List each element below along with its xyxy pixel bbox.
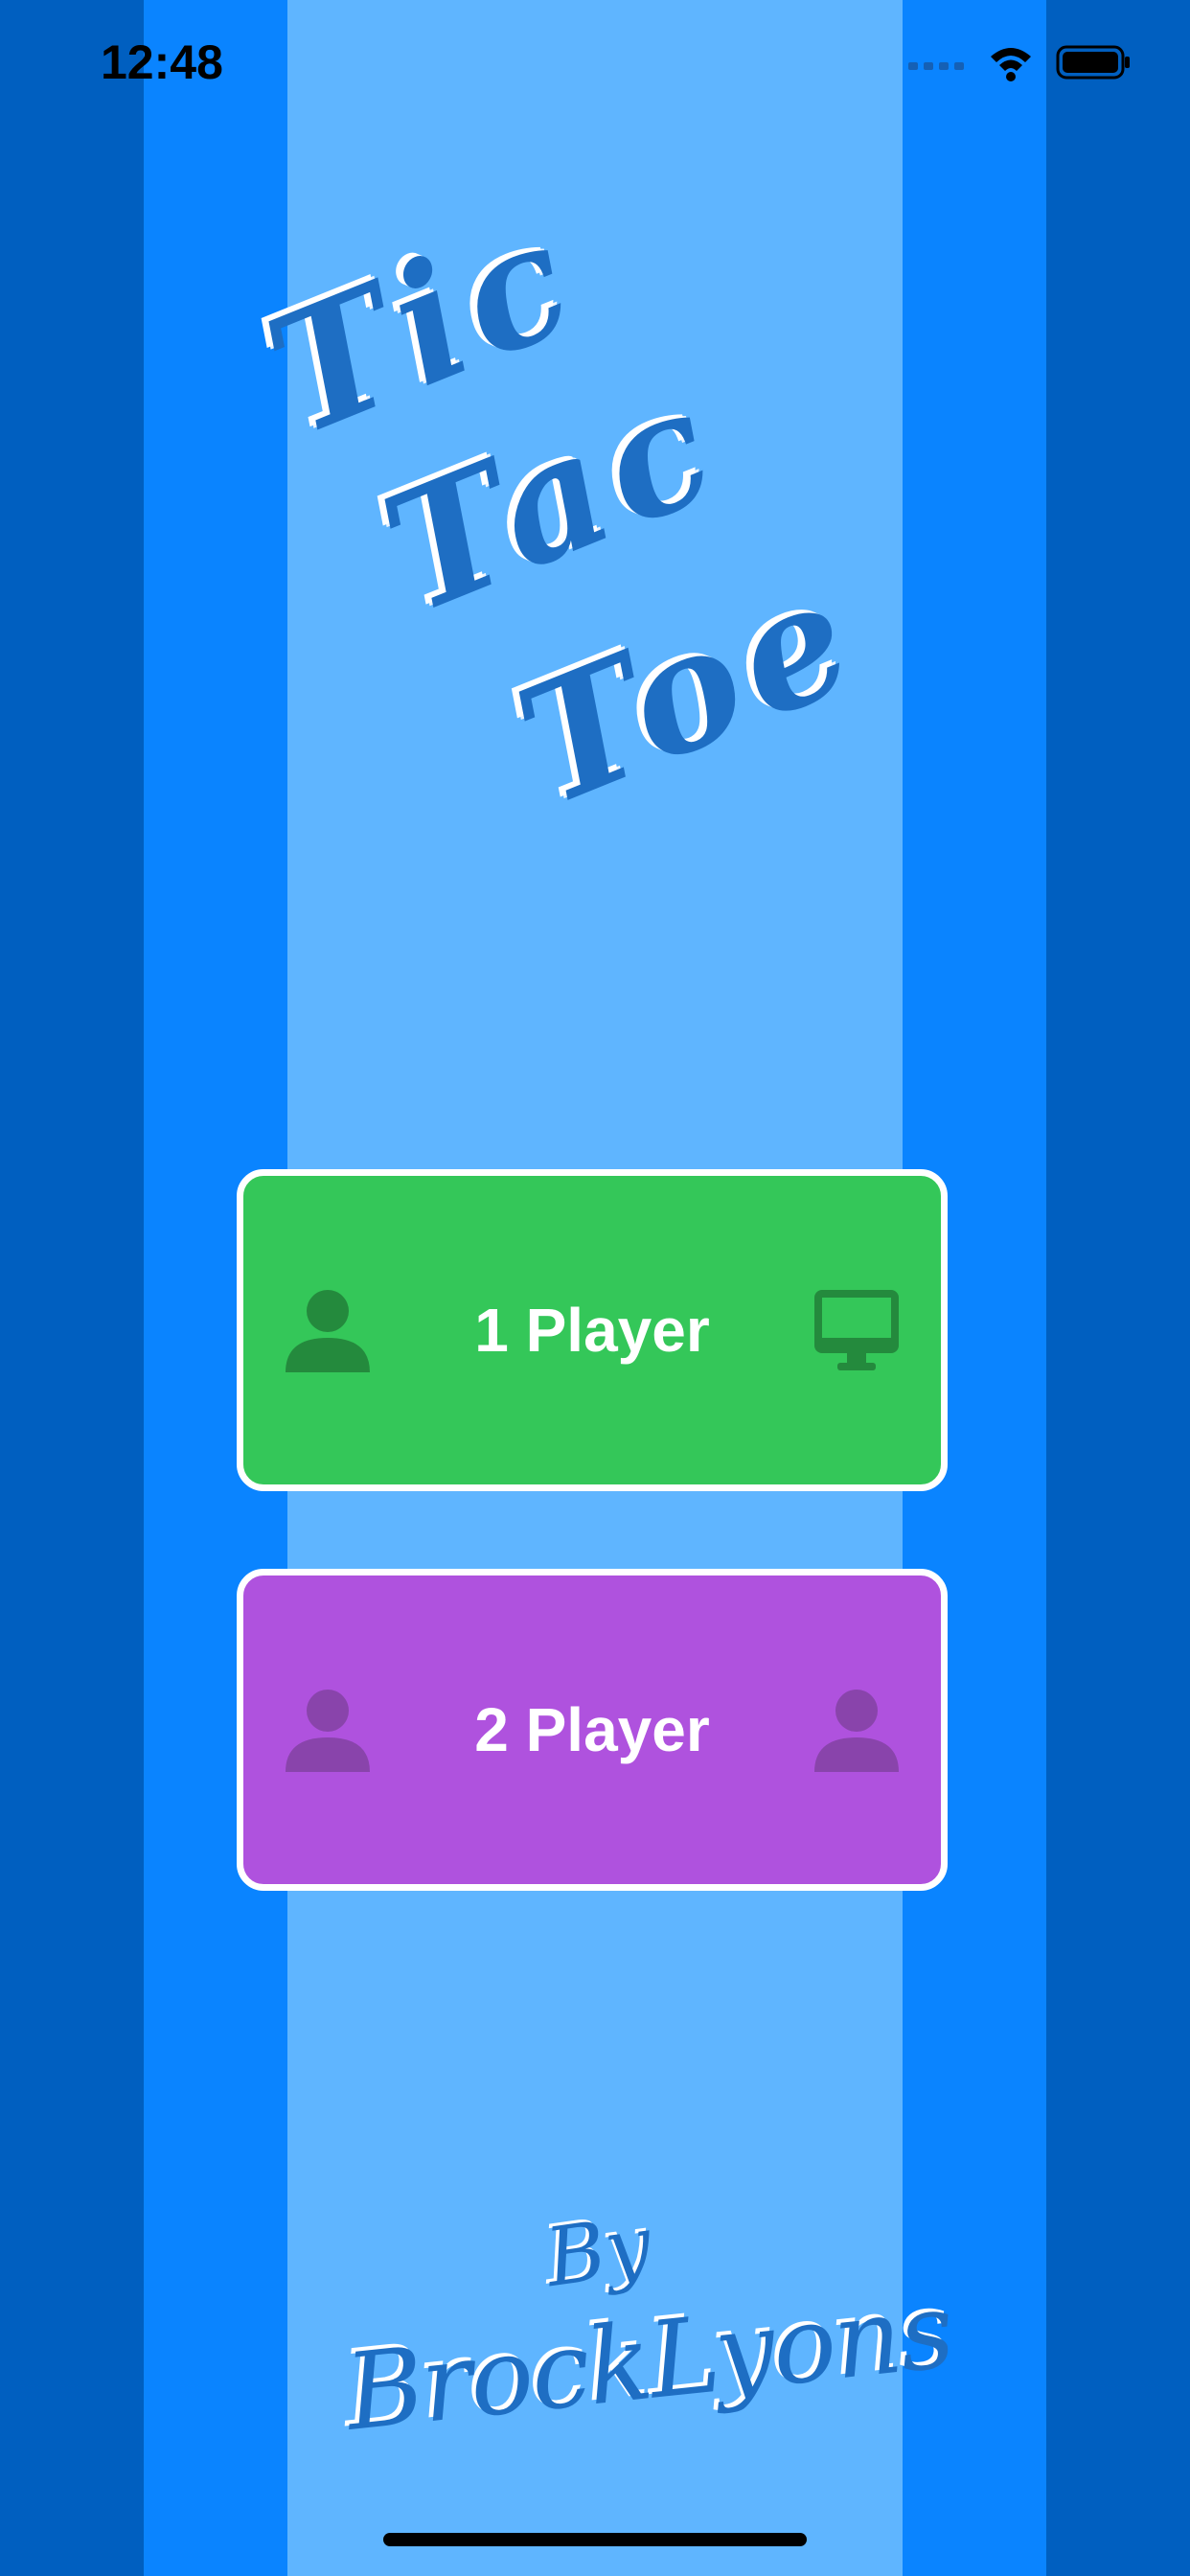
status-bar: 12:48 <box>0 0 1190 125</box>
status-time: 12:48 <box>101 35 223 89</box>
game-title-logo: Tic Tac Toe <box>230 178 958 862</box>
wifi-icon <box>991 48 1031 81</box>
one-player-button[interactable]: 1 Player <box>237 1169 948 1491</box>
signature-by: By <box>539 2196 657 2306</box>
battery-icon <box>1056 45 1130 80</box>
status-icons <box>908 43 1133 81</box>
outer-right-stripe <box>1046 0 1190 2576</box>
author-signature: By BrockLyons <box>326 2195 958 2482</box>
person-icon <box>814 1690 899 1772</box>
home-indicator[interactable] <box>383 2533 807 2546</box>
desktop-computer-icon <box>814 1290 899 1370</box>
outer-left-stripe <box>0 0 144 2576</box>
cellular-signal-icon <box>908 62 964 70</box>
two-player-button[interactable]: 2 Player <box>237 1569 948 1891</box>
